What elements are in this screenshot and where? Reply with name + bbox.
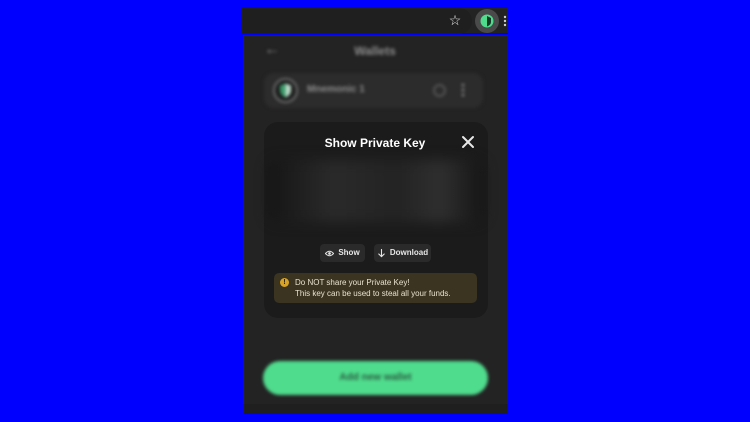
star-icon[interactable]: ☆	[447, 12, 463, 28]
shield-icon	[280, 83, 291, 98]
show-button[interactable]: Show	[320, 244, 365, 262]
download-icon	[378, 248, 385, 257]
modal-title: Show Private Key	[324, 136, 426, 150]
close-icon[interactable]	[461, 135, 475, 149]
address-bar[interactable]	[242, 8, 472, 34]
warning-icon: !	[280, 278, 289, 287]
show-label: Show	[338, 248, 360, 257]
arrow-left-icon[interactable]: ←	[262, 40, 282, 60]
wallet-select-radio[interactable]	[433, 84, 446, 97]
private-key-field	[268, 160, 484, 222]
download-label: Download	[389, 248, 429, 257]
warning-title: Do NOT share your Private Key!	[295, 278, 410, 287]
more-options-icon[interactable]	[458, 82, 468, 98]
popup-footer	[243, 404, 508, 413]
warning-text: This key can be used to steal all your f…	[295, 289, 451, 298]
page-title: Wallets	[354, 44, 396, 58]
browser-toolbar	[242, 8, 508, 34]
add-new-wallet-button[interactable]: Add new wallet	[263, 361, 488, 395]
wallet-extension-icon[interactable]	[480, 14, 494, 28]
wallet-name: Mnemonic 1	[307, 84, 365, 95]
eye-icon	[325, 250, 335, 256]
kebab-icon[interactable]	[503, 14, 507, 28]
download-button[interactable]: Download	[374, 244, 431, 262]
